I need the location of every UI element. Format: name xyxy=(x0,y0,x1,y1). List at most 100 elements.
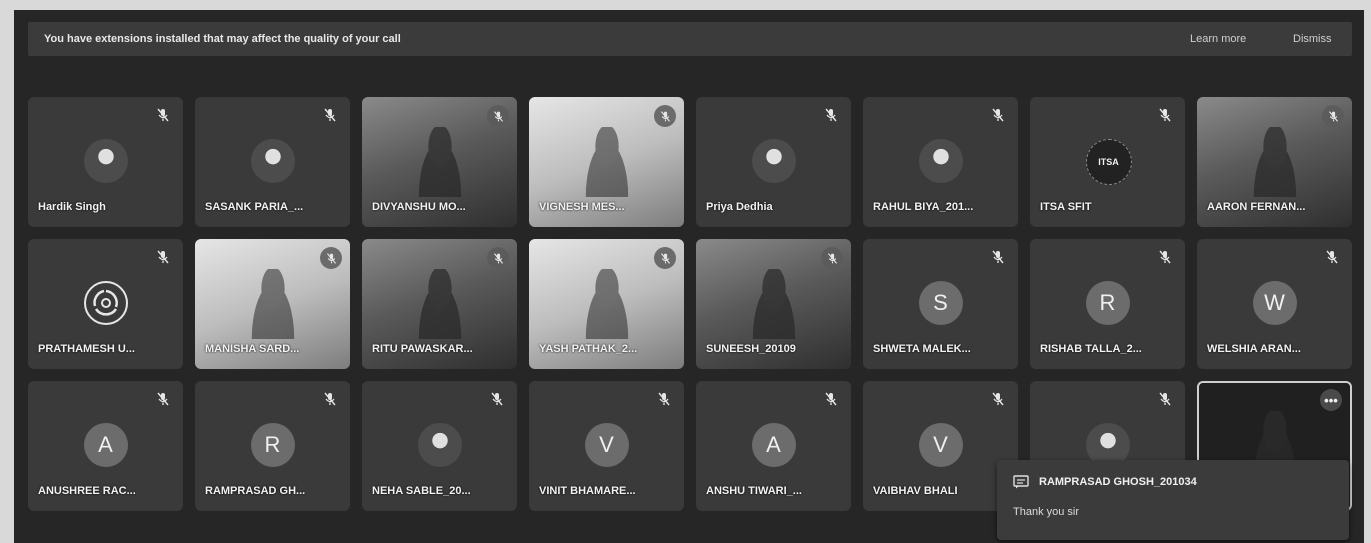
dismiss-button[interactable]: Dismiss xyxy=(1293,33,1332,45)
avatar-initial: A xyxy=(751,423,796,467)
extensions-warning-banner: You have extensions installed that may a… xyxy=(28,22,1352,56)
participant-tile[interactable]: SASANK PARIA_... xyxy=(195,97,350,227)
avatar-initial: V xyxy=(918,423,963,467)
avatar-initial: V xyxy=(584,423,629,467)
mic-off-icon xyxy=(654,105,676,127)
chat-notification[interactable]: RAMPRASAD GHOSH_201034 Thank you sir xyxy=(997,460,1349,540)
avatar xyxy=(417,423,462,467)
mic-off-icon xyxy=(1157,107,1173,123)
participant-tile[interactable]: NEHA SABLE_20... xyxy=(362,381,517,511)
mic-off-icon xyxy=(1324,249,1340,265)
mic-off-icon xyxy=(654,247,676,269)
avatar-initial: A xyxy=(83,423,128,467)
mic-off-icon xyxy=(823,391,839,407)
mic-off-icon xyxy=(322,391,338,407)
mic-off-icon xyxy=(1157,249,1173,265)
mic-off-icon xyxy=(155,249,171,265)
avatar-logo: ITSA xyxy=(1085,139,1132,185)
meeting-window: You have extensions installed that may a… xyxy=(14,10,1364,543)
participant-name: MANISHA SARD... xyxy=(205,343,300,355)
participant-name: YASH PATHAK_2... xyxy=(539,343,638,355)
more-options-button[interactable]: ••• xyxy=(1320,389,1342,411)
chat-message-icon xyxy=(1013,475,1029,489)
participant-tile[interactable]: AARON FERNAN... xyxy=(1197,97,1352,227)
participant-name: ITSA SFIT xyxy=(1040,201,1092,213)
avatar xyxy=(918,139,963,183)
participant-video xyxy=(245,269,300,339)
participant-tile[interactable]: MANISHA SARD... xyxy=(195,239,350,369)
avatar xyxy=(83,139,128,183)
participant-tile[interactable]: VIGNESH MES... xyxy=(529,97,684,227)
mic-off-icon xyxy=(155,107,171,123)
participant-name: WELSHIA ARAN... xyxy=(1207,343,1301,355)
mic-off-icon xyxy=(1157,391,1173,407)
participant-tile[interactable]: RITU PAWASKAR... xyxy=(362,239,517,369)
participant-name: RITU PAWASKAR... xyxy=(372,343,473,355)
mic-off-icon xyxy=(489,391,505,407)
participant-name: VAIBHAV BHALI xyxy=(873,485,958,497)
mic-off-icon xyxy=(487,247,509,269)
mic-off-icon xyxy=(990,391,1006,407)
participant-tile[interactable]: Hardik Singh xyxy=(28,97,183,227)
participant-tile[interactable]: S SHWETA MALEK... xyxy=(863,239,1018,369)
participant-name: Priya Dedhia xyxy=(706,201,773,213)
avatar xyxy=(751,139,796,183)
participant-name: VINIT BHAMARE... xyxy=(539,485,636,497)
mic-off-icon xyxy=(487,105,509,127)
participant-tile[interactable]: SUNEESH_20109 xyxy=(696,239,851,369)
participant-tile[interactable]: PRATHAMESH U... xyxy=(28,239,183,369)
mic-off-icon xyxy=(990,107,1006,123)
participant-name: RISHAB TALLA_2... xyxy=(1040,343,1142,355)
mic-off-icon xyxy=(155,391,171,407)
avatar-initial: R xyxy=(1085,281,1130,325)
mic-off-icon xyxy=(821,247,843,269)
participant-name: ANUSHREE RAC... xyxy=(38,485,136,497)
participant-tile[interactable]: YASH PATHAK_2... xyxy=(529,239,684,369)
mic-off-icon xyxy=(322,107,338,123)
banner-message: You have extensions installed that may a… xyxy=(44,33,401,45)
participant-tile[interactable]: R RAMPRASAD GH... xyxy=(195,381,350,511)
participant-name: ANSHU TIWARI_... xyxy=(706,485,802,497)
participant-name: AARON FERNAN... xyxy=(1207,201,1306,213)
participant-tile[interactable]: A ANUSHREE RAC... xyxy=(28,381,183,511)
mic-off-icon xyxy=(990,249,1006,265)
participant-tile[interactable]: ITSA ITSA SFIT xyxy=(1030,97,1185,227)
participant-name: SHWETA MALEK... xyxy=(873,343,971,355)
mic-off-icon xyxy=(320,247,342,269)
participant-name: PRATHAMESH U... xyxy=(38,343,135,355)
participant-video xyxy=(1247,127,1302,197)
participant-tile[interactable]: Priya Dedhia xyxy=(696,97,851,227)
participant-name: VIGNESH MES... xyxy=(539,201,625,213)
participant-grid: Hardik Singh SASANK PARIA_... DIVYANSHU MO… xyxy=(28,97,1352,511)
chat-sender-name: RAMPRASAD GHOSH_201034 xyxy=(1039,476,1197,488)
participant-name: DIVYANSHU MO... xyxy=(372,201,466,213)
participant-video xyxy=(746,269,801,339)
avatar-initial: S xyxy=(918,281,963,325)
avatar xyxy=(250,139,295,183)
mic-off-icon xyxy=(1322,105,1344,127)
participant-video xyxy=(579,127,634,197)
participant-name: RAMPRASAD GH... xyxy=(205,485,306,497)
avatar-initial: R xyxy=(250,423,295,467)
avatar-logo-icon xyxy=(83,281,128,325)
participant-name: Hardik Singh xyxy=(38,201,106,213)
participant-tile[interactable]: W WELSHIA ARAN... xyxy=(1197,239,1352,369)
mic-off-icon xyxy=(656,391,672,407)
participant-video xyxy=(579,269,634,339)
avatar-initial: W xyxy=(1252,281,1297,325)
learn-more-link[interactable]: Learn more xyxy=(1190,33,1246,45)
mic-off-icon xyxy=(823,107,839,123)
participant-name: RAHUL BIYA_201... xyxy=(873,201,974,213)
participant-video xyxy=(412,269,467,339)
participant-tile[interactable]: DIVYANSHU MO... xyxy=(362,97,517,227)
participant-tile[interactable]: RAHUL BIYA_201... xyxy=(863,97,1018,227)
participant-video xyxy=(412,127,467,197)
participant-name: SASANK PARIA_... xyxy=(205,201,304,213)
participant-name: NEHA SABLE_20... xyxy=(372,485,471,497)
participant-tile[interactable]: V VINIT BHAMARE... xyxy=(529,381,684,511)
participant-tile[interactable]: A ANSHU TIWARI_... xyxy=(696,381,851,511)
participant-tile[interactable]: V VAIBHAV BHALI xyxy=(863,381,1018,511)
participant-name: SUNEESH_20109 xyxy=(706,343,796,355)
chat-message-text: Thank you sir xyxy=(1013,506,1080,518)
participant-tile[interactable]: R RISHAB TALLA_2... xyxy=(1030,239,1185,369)
